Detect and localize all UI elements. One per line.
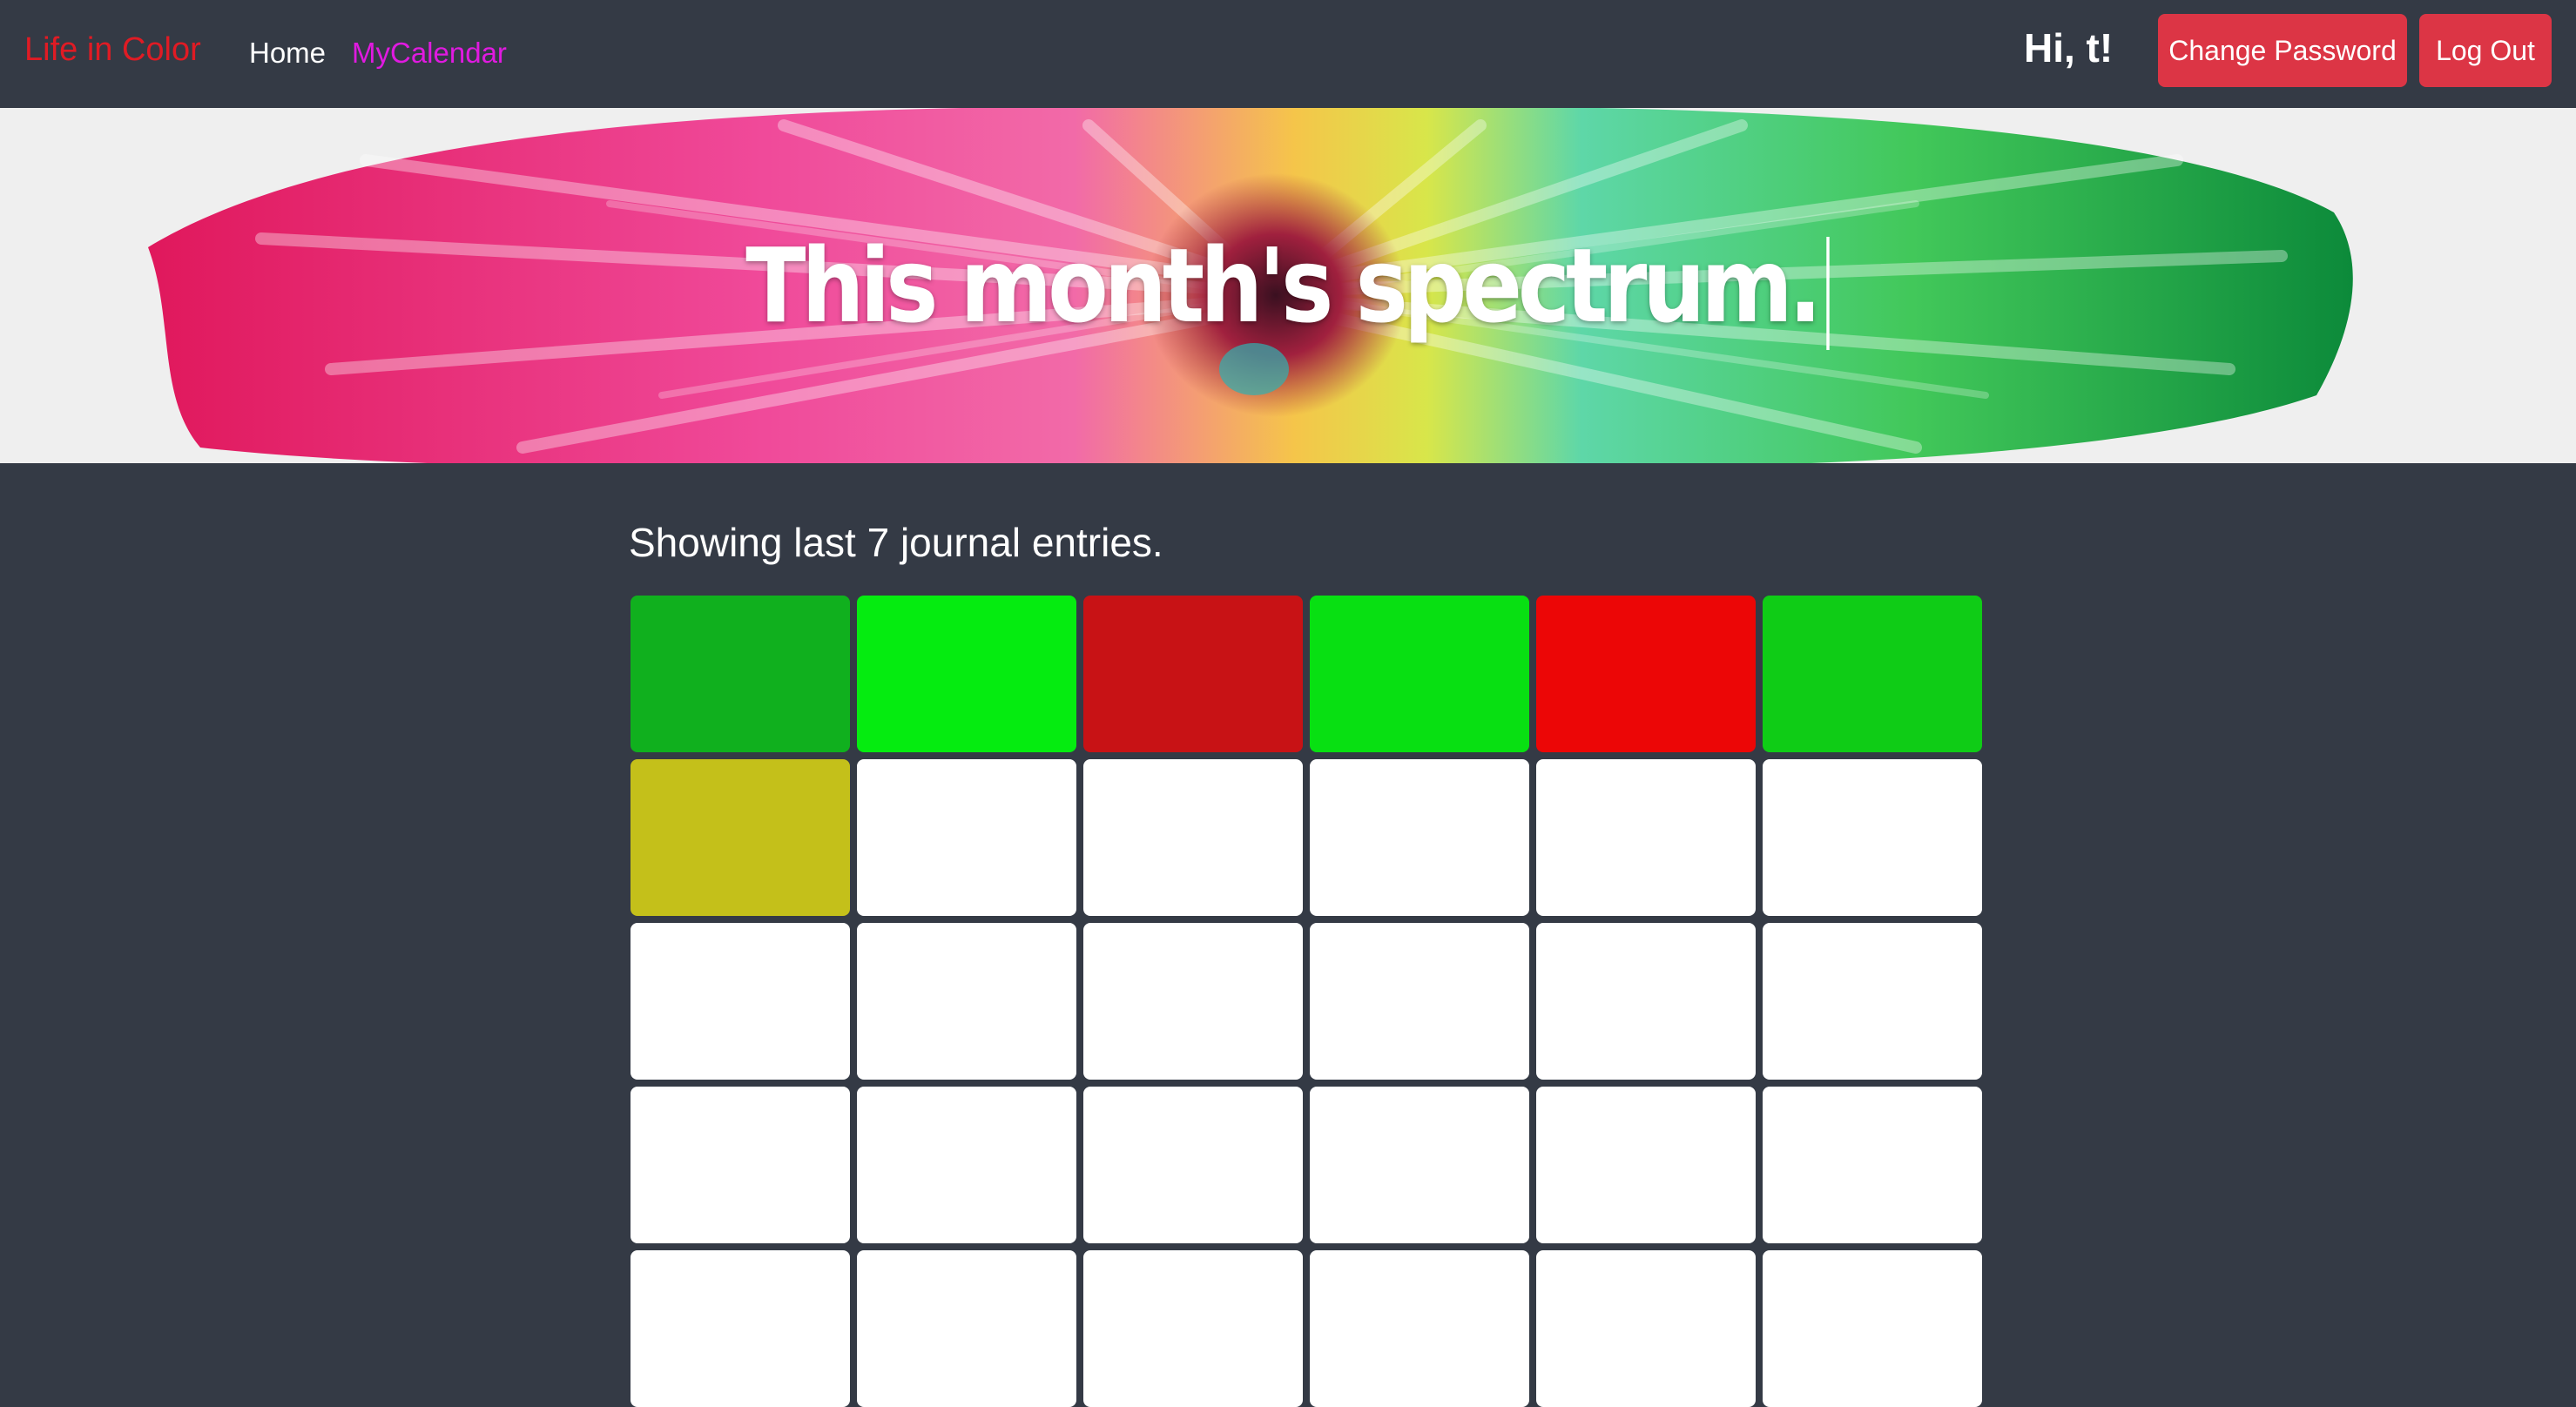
journal-entry-cell[interactable] [1536, 759, 1756, 916]
journal-entry-cell[interactable] [1310, 596, 1529, 752]
journal-entry-cell[interactable] [857, 1250, 1076, 1407]
banner-title: This month's spectrum. [745, 226, 1823, 346]
brand-logo-link[interactable]: Life in Color [24, 31, 201, 69]
change-password-button[interactable]: Change Password [2158, 14, 2407, 87]
journal-entry-cell[interactable] [1763, 596, 1982, 752]
journal-entry-cell[interactable] [1536, 923, 1756, 1080]
journal-entry-cell[interactable] [631, 1087, 850, 1243]
journal-entry-cell[interactable] [1083, 923, 1303, 1080]
nav-link-mycalendar[interactable]: MyCalendar [352, 37, 507, 70]
journal-entry-cell[interactable] [631, 596, 850, 752]
journal-entry-cell[interactable] [1310, 1087, 1529, 1243]
journal-entry-cell[interactable] [1083, 759, 1303, 916]
navbar: Life in Color Home MyCalendar Hi, t! Cha… [0, 0, 2576, 108]
journal-entry-cell[interactable] [1083, 596, 1303, 752]
journal-entry-cell[interactable] [1536, 596, 1756, 752]
journal-entry-cell[interactable] [631, 759, 850, 916]
journal-entry-cell[interactable] [1310, 923, 1529, 1080]
user-greeting: Hi, t! [2024, 25, 2114, 71]
journal-entry-grid [631, 596, 1986, 1407]
logout-button[interactable]: Log Out [2419, 14, 2552, 87]
journal-entry-cell[interactable] [631, 923, 850, 1080]
journal-entry-cell[interactable] [1083, 1087, 1303, 1243]
banner-title-container: This month's spectrum. [0, 108, 2576, 463]
journal-entry-cell[interactable] [857, 596, 1076, 752]
journal-entry-cell[interactable] [1310, 1250, 1529, 1407]
journal-entry-cell[interactable] [631, 1250, 850, 1407]
journal-entry-cell[interactable] [1763, 759, 1982, 916]
journal-entry-cell[interactable] [1083, 1250, 1303, 1407]
journal-entry-cell[interactable] [857, 759, 1076, 916]
journal-entry-cell[interactable] [1310, 759, 1529, 916]
journal-entry-cell[interactable] [857, 923, 1076, 1080]
journal-entry-cell[interactable] [1763, 1087, 1982, 1243]
journal-entry-cell[interactable] [1536, 1087, 1756, 1243]
entries-heading: Showing last 7 journal entries. [629, 520, 1163, 565]
journal-entry-cell[interactable] [1763, 1250, 1982, 1407]
typing-cursor [1826, 237, 1831, 350]
journal-entry-cell[interactable] [1536, 1250, 1756, 1407]
journal-entry-cell[interactable] [857, 1087, 1076, 1243]
journal-entry-cell[interactable] [1763, 923, 1982, 1080]
nav-link-home[interactable]: Home [249, 37, 326, 70]
